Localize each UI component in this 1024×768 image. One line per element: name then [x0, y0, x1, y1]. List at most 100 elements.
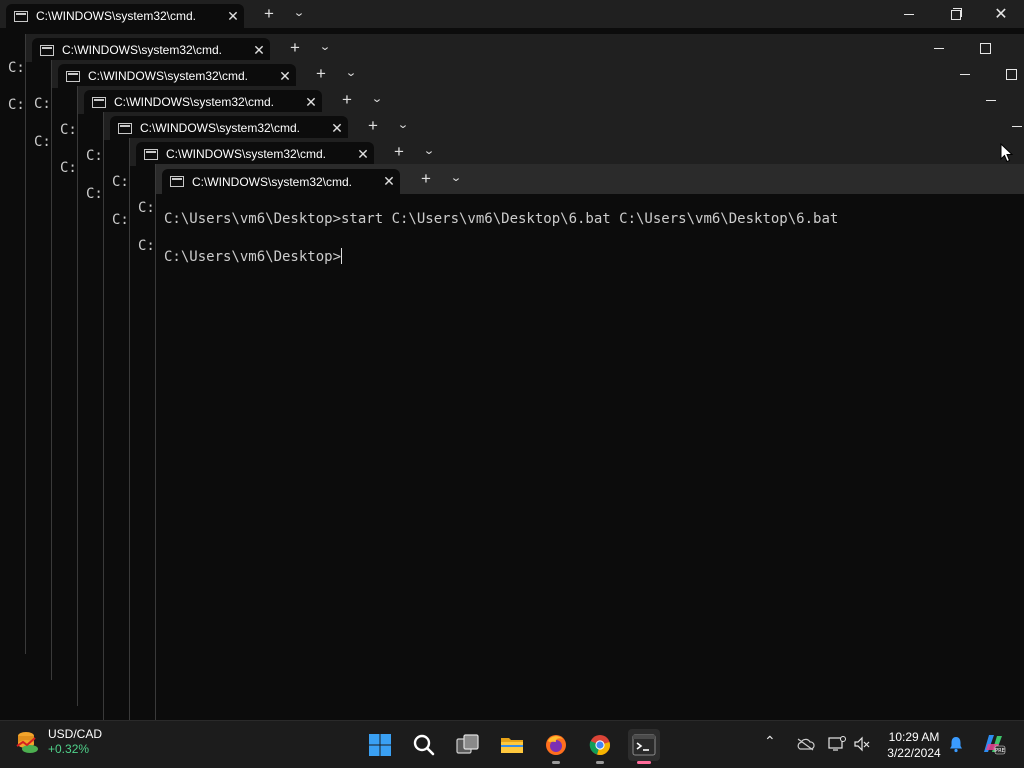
terminal-tab[interactable]: C:\WINDOWS\system32\cmd. ✕ [110, 116, 348, 140]
terminal-tab[interactable]: C:\WINDOWS\system32\cmd. ✕ [84, 90, 322, 114]
cmd-icon [40, 44, 54, 56]
close-window-button[interactable]: ✕ [978, 0, 1024, 28]
minimize-button[interactable] [916, 34, 962, 62]
maximize-button[interactable] [962, 34, 1008, 62]
close-tab-icon[interactable]: ✕ [222, 8, 244, 25]
windows-start-icon [369, 734, 391, 756]
title-bar[interactable]: C:\WINDOWS\system32\cmd. ✕ + ⌄ [130, 138, 1024, 166]
firefox-button[interactable] [540, 729, 572, 764]
stock-widget[interactable]: USD/CAD +0.32% [14, 727, 102, 757]
search-icon [413, 734, 435, 756]
notification-bell-icon[interactable] [948, 735, 964, 753]
cmd-icon [66, 70, 80, 82]
start-button[interactable] [364, 729, 396, 761]
minimize-button[interactable] [968, 86, 1014, 114]
console-prompt-peek: C: [112, 212, 129, 228]
search-button[interactable] [408, 729, 440, 761]
close-tab-icon[interactable]: ✕ [248, 42, 270, 59]
tab-dropdown-button[interactable]: ⌄ [286, 6, 312, 19]
task-view-icon [456, 734, 479, 754]
widget-change: +0.32% [48, 742, 90, 756]
console-prompt-peek: C: [138, 238, 155, 254]
tab-title: C:\WINDOWS\system32\cmd. [88, 69, 249, 83]
cmd-icon [144, 148, 158, 160]
chrome-button[interactable] [584, 729, 616, 764]
restore-button[interactable] [932, 0, 978, 28]
tab-dropdown-button[interactable]: ⌄ [312, 40, 338, 53]
task-view-button[interactable] [452, 729, 484, 761]
terminal-tab[interactable]: C:\WINDOWS\system32\cmd. ✕ [6, 4, 244, 28]
taskbar: USD/CAD +0.32% ⌃ 10:29 AM 3/22/2024 PRE [0, 720, 1024, 768]
console-output[interactable]: C:\Users\vm6\Desktop>start C:\Users\vm6\… [164, 210, 838, 267]
cmd-icon [118, 122, 132, 134]
terminal-icon [632, 734, 656, 756]
chevron-up-icon[interactable]: ⌃ [764, 733, 776, 750]
firefox-icon [546, 735, 566, 755]
terminal-tab[interactable]: C:\WINDOWS\system32\cmd. ✕ [58, 64, 296, 88]
console-prompt-peek: C: [8, 97, 25, 113]
console-prompt-peek: C: [138, 200, 155, 216]
new-tab-button[interactable]: + [283, 38, 307, 58]
title-bar[interactable]: C:\WINDOWS\system32\cmd. ✕ + ⌄ [156, 164, 1024, 194]
new-tab-button[interactable]: + [335, 90, 359, 110]
tab-title: C:\WINDOWS\system32\cmd. [36, 9, 197, 23]
file-explorer-button[interactable] [496, 729, 528, 761]
close-tab-icon[interactable]: ✕ [378, 173, 400, 190]
onedrive-icon[interactable] [795, 737, 815, 751]
chrome-icon [589, 735, 610, 755]
new-tab-button[interactable]: + [309, 64, 333, 84]
tab-dropdown-button[interactable]: ⌄ [443, 171, 469, 184]
new-tab-button[interactable]: + [257, 4, 281, 24]
console-prompt-peek: C: [34, 134, 51, 150]
close-tab-icon[interactable]: ✕ [274, 68, 296, 85]
mouse-pointer-icon [1000, 143, 1014, 163]
volume-muted-icon[interactable] [853, 736, 871, 752]
tab-dropdown-button[interactable]: ⌄ [416, 144, 442, 157]
running-indicator [596, 761, 604, 764]
minimize-button[interactable] [942, 60, 988, 88]
title-bar[interactable]: C:\WINDOWS\system32\cmd. ✕ + ⌄ ✕ [0, 0, 1024, 28]
console-prompt-peek: C: [86, 148, 103, 164]
close-tab-icon[interactable]: ✕ [352, 146, 374, 163]
title-bar[interactable]: C:\WINDOWS\system32\cmd. ✕ + ⌄ [78, 86, 1024, 114]
tab-title: C:\WINDOWS\system32\cmd. [166, 147, 327, 161]
console-prompt-peek: C: [8, 60, 25, 76]
console-prompt-line[interactable]: C:\Users\vm6\Desktop> [164, 248, 838, 267]
tab-dropdown-button[interactable]: ⌄ [338, 66, 364, 79]
system-clock[interactable]: 10:29 AM 3/22/2024 [884, 729, 944, 761]
title-bar[interactable]: C:\WINDOWS\system32\cmd. ✕ + ⌄ [52, 60, 1024, 88]
terminal-button[interactable] [628, 729, 660, 764]
clock-time: 10:29 AM [888, 730, 940, 744]
terminal-tab[interactable]: C:\WINDOWS\system32\cmd. ✕ [162, 169, 400, 194]
tab-title: C:\WINDOWS\system32\cmd. [192, 174, 353, 189]
new-tab-button[interactable]: + [361, 116, 385, 136]
title-bar[interactable]: C:\WINDOWS\system32\cmd. ✕ + ⌄ [104, 112, 1024, 140]
console-prompt-peek: C: [60, 160, 77, 176]
file-explorer-icon [501, 738, 523, 753]
title-bar[interactable]: C:\WINDOWS\system32\cmd. ✕ + ⌄ [26, 34, 1024, 62]
minimize-button[interactable] [994, 112, 1024, 140]
copilot-icon[interactable]: PRE [980, 732, 1006, 756]
terminal-window-active[interactable]: C:\WINDOWS\system32\cmd. ✕ + ⌄ C:\Users\… [155, 164, 1024, 720]
console-prompt-peek: C: [112, 174, 129, 190]
terminal-tab[interactable]: C:\WINDOWS\system32\cmd. ✕ [136, 142, 374, 166]
text-cursor [341, 248, 343, 264]
close-tab-icon[interactable]: ✕ [300, 94, 322, 111]
console-prompt: C:\Users\vm6\Desktop> [164, 249, 342, 265]
minimize-button[interactable] [886, 0, 932, 28]
cmd-icon [170, 176, 184, 187]
active-indicator [637, 761, 651, 764]
tab-dropdown-button[interactable]: ⌄ [364, 92, 390, 105]
new-tab-button[interactable]: + [387, 142, 411, 162]
tab-title: C:\WINDOWS\system32\cmd. [140, 121, 301, 135]
console-prompt-peek: C: [86, 186, 103, 202]
network-icon[interactable] [828, 736, 846, 752]
terminal-tab[interactable]: C:\WINDOWS\system32\cmd. ✕ [32, 38, 270, 62]
tab-title: C:\WINDOWS\system32\cmd. [62, 43, 223, 57]
maximize-button[interactable] [988, 60, 1024, 88]
tab-dropdown-button[interactable]: ⌄ [390, 118, 416, 131]
svg-text:PRE: PRE [995, 748, 1005, 754]
close-tab-icon[interactable]: ✕ [326, 120, 348, 137]
new-tab-button[interactable]: + [414, 169, 438, 189]
cmd-icon [92, 96, 106, 108]
